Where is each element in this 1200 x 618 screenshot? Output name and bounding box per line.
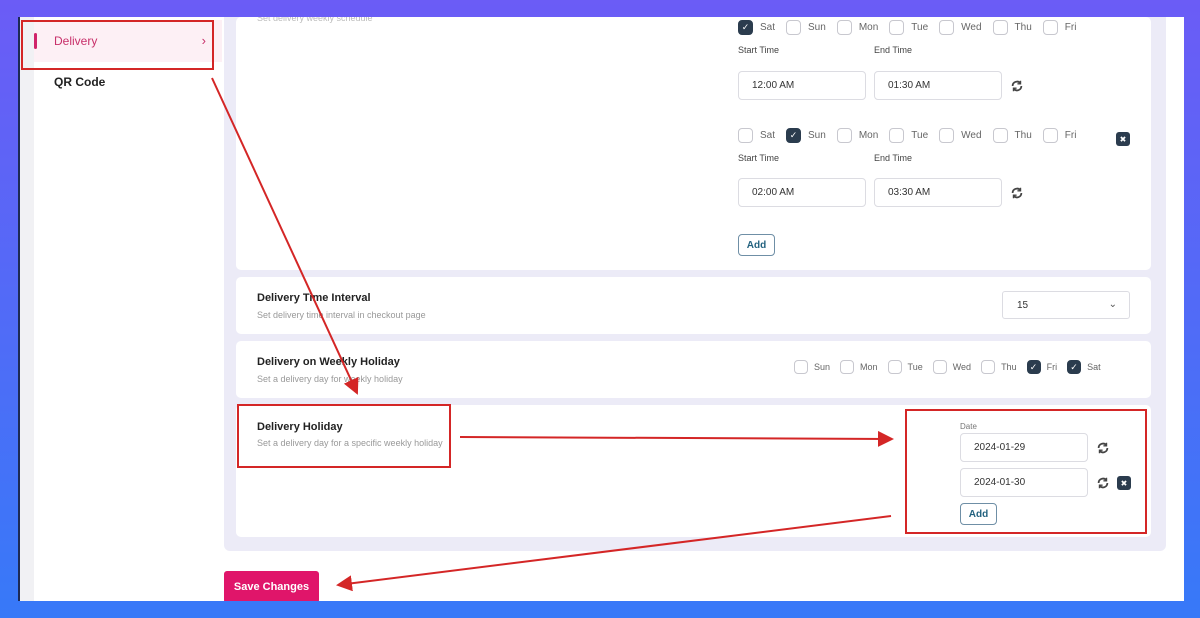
checkbox-tue[interactable]: Tue bbox=[887, 360, 923, 374]
slot-1-end-time-input[interactable]: 01:30 AM bbox=[874, 71, 1002, 100]
checkbox-box bbox=[889, 128, 905, 143]
checkbox-box bbox=[887, 360, 902, 374]
checkbox-box bbox=[992, 20, 1008, 35]
checkbox-label: Sun bbox=[814, 362, 831, 372]
checkbox-label: Mon bbox=[858, 130, 879, 141]
checkbox-box bbox=[794, 360, 808, 374]
checkbox-sun[interactable]: Sun bbox=[786, 20, 826, 35]
checkbox-label: Fri bbox=[1046, 362, 1058, 372]
checkbox-thu[interactable]: Thu bbox=[981, 360, 1017, 374]
slot-2-days: Sat ✓ Sun Mon Tue Wed Thu Fri bbox=[738, 128, 1087, 143]
checkbox-box bbox=[840, 360, 855, 374]
checkbox-label: Fri bbox=[1064, 22, 1077, 33]
checkbox-sat[interactable]: ✓ Sat bbox=[1067, 360, 1101, 374]
checkbox-fri[interactable]: Fri bbox=[1042, 20, 1077, 35]
checkbox-tue[interactable]: Tue bbox=[889, 20, 928, 35]
checkbox-box bbox=[932, 360, 947, 374]
slot-1-days: ✓ Sat Sun Mon Tue Wed Thu Fri bbox=[738, 20, 1087, 35]
checkbox-fri[interactable]: Fri bbox=[1042, 128, 1077, 143]
checkbox-checked-icon: ✓ bbox=[1026, 360, 1041, 374]
checkbox-wed[interactable]: Wed bbox=[939, 20, 982, 35]
slot-2-end-time-input[interactable]: 03:30 AM bbox=[874, 178, 1002, 207]
checkbox-box bbox=[786, 20, 802, 35]
checkbox-label: Sun bbox=[808, 22, 826, 33]
start-time-label: Start Time bbox=[738, 153, 780, 163]
checkbox-box bbox=[981, 360, 996, 374]
checkbox-wed[interactable]: Wed bbox=[939, 128, 982, 143]
checkbox-checked-icon: ✓ bbox=[738, 20, 753, 35]
checkbox-sat[interactable]: ✓ Sat bbox=[738, 20, 775, 35]
checkbox-sat[interactable]: Sat bbox=[738, 128, 775, 143]
checkbox-label: Wed bbox=[961, 130, 982, 141]
sidebar: Delivery › QR Code bbox=[34, 17, 222, 601]
checkbox-box bbox=[939, 20, 955, 35]
end-time-label: End Time bbox=[874, 45, 913, 55]
weekly-holiday-title: Delivery on Weekly Holiday bbox=[257, 356, 400, 368]
checkbox-tue[interactable]: Tue bbox=[889, 128, 928, 143]
checkbox-box bbox=[939, 128, 955, 143]
chevron-down-icon: ⌄ bbox=[1108, 299, 1117, 310]
annotation-box-holiday-dates bbox=[905, 409, 1147, 534]
schedule-description: Set delivery weekly schedule bbox=[257, 17, 373, 23]
slot-2-start-time-input[interactable]: 02:00 AM bbox=[738, 178, 866, 207]
sidebar-item-label: QR Code bbox=[54, 75, 106, 89]
checkbox-label: Sat bbox=[760, 22, 776, 33]
checkbox-label: Fri bbox=[1064, 130, 1077, 141]
weekly-schedule-card: Set delivery weekly schedule ✓ Sat Sun Mon T… bbox=[236, 17, 1151, 270]
end-time-label: End Time bbox=[874, 153, 913, 163]
checkbox-label: Mon bbox=[858, 22, 879, 33]
time-interval-value: 15 bbox=[1017, 299, 1029, 311]
weekly-holiday-days: Sun Mon Tue Wed Thu ✓ Fri ✓ Sat bbox=[794, 360, 1111, 374]
checkbox-label: Thu bbox=[1014, 130, 1032, 141]
checkbox-label: Sat bbox=[760, 130, 776, 141]
time-interval-title: Delivery Time Interval bbox=[257, 292, 371, 304]
weekly-holiday-card: Delivery on Weekly Holiday Set a deliver… bbox=[236, 341, 1151, 398]
checkbox-box bbox=[889, 20, 905, 35]
weekly-holiday-description: Set a delivery day for weekly holiday bbox=[257, 374, 403, 384]
sidebar-gutter bbox=[20, 17, 34, 601]
time-interval-card: Delivery Time Interval Set delivery time… bbox=[236, 277, 1151, 334]
checkbox-label: Sat bbox=[1087, 362, 1101, 372]
checkbox-box bbox=[738, 128, 753, 143]
checkbox-label: Wed bbox=[961, 22, 982, 33]
annotation-box-holiday-title bbox=[237, 404, 451, 468]
checkbox-sun[interactable]: ✓ Sun bbox=[786, 128, 826, 143]
slot-1-start-time-input[interactable]: 12:00 AM bbox=[738, 71, 866, 100]
checkbox-label: Mon bbox=[860, 362, 878, 372]
annotation-box-sidebar bbox=[21, 20, 214, 70]
checkbox-box bbox=[836, 128, 852, 143]
checkbox-label: Wed bbox=[952, 362, 972, 372]
start-time-label: Start Time bbox=[738, 45, 780, 55]
refresh-icon[interactable] bbox=[1010, 79, 1024, 93]
checkbox-box bbox=[992, 128, 1008, 143]
checkbox-mon[interactable]: Mon bbox=[840, 360, 878, 374]
time-interval-description: Set delivery time interval in checkout p… bbox=[257, 310, 426, 320]
checkbox-wed[interactable]: Wed bbox=[932, 360, 972, 374]
checkbox-checked-icon: ✓ bbox=[1067, 360, 1082, 374]
save-changes-button[interactable]: Save Changes bbox=[224, 571, 319, 601]
checkbox-thu[interactable]: Thu bbox=[992, 128, 1032, 143]
checkbox-mon[interactable]: Mon bbox=[836, 128, 879, 143]
checkbox-label: Thu bbox=[1014, 22, 1032, 33]
checkbox-mon[interactable]: Mon bbox=[836, 20, 879, 35]
checkbox-label: Tue bbox=[911, 130, 929, 141]
checkbox-box bbox=[1042, 128, 1058, 143]
checkbox-label: Thu bbox=[1001, 362, 1017, 372]
checkbox-box bbox=[836, 20, 852, 35]
checkbox-box bbox=[1042, 20, 1058, 35]
checkbox-label: Sun bbox=[808, 130, 826, 141]
checkbox-checked-icon: ✓ bbox=[786, 128, 802, 143]
add-slot-button[interactable]: Add bbox=[738, 234, 775, 256]
checkbox-label: Tue bbox=[907, 362, 923, 372]
remove-slot-button[interactable]: ✖ bbox=[1116, 132, 1130, 146]
checkbox-fri[interactable]: ✓ Fri bbox=[1026, 360, 1058, 374]
checkbox-sun[interactable]: Sun bbox=[794, 360, 830, 374]
refresh-icon[interactable] bbox=[1010, 186, 1024, 200]
checkbox-thu[interactable]: Thu bbox=[992, 20, 1032, 35]
checkbox-label: Tue bbox=[911, 22, 929, 33]
time-interval-select[interactable]: 15 ⌄ bbox=[1002, 291, 1130, 319]
